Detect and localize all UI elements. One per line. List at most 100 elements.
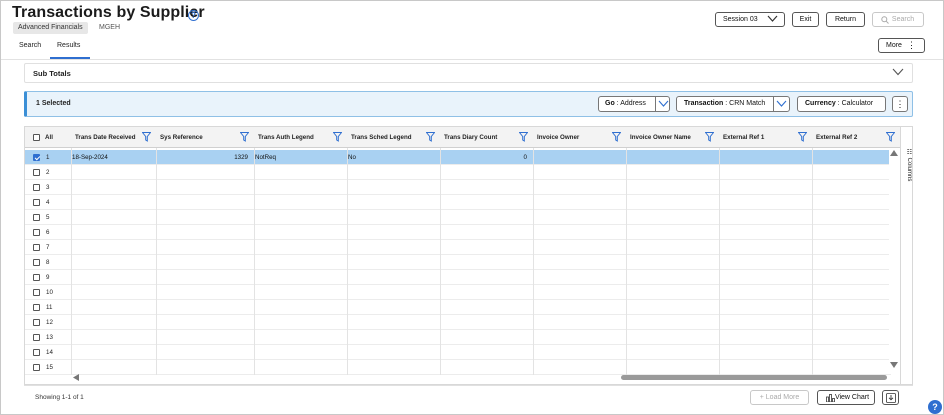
scroll-down-arrow-icon[interactable] xyxy=(890,362,898,368)
column-header-label: Sys Reference xyxy=(160,134,203,141)
column-divider xyxy=(71,148,72,375)
row-checkbox[interactable] xyxy=(33,214,40,221)
scroll-left-arrow-icon[interactable] xyxy=(73,374,79,381)
results-grid: All Trans Date Received Sys Reference Tran… xyxy=(24,126,913,385)
info-fab-button[interactable]: ? xyxy=(928,400,942,414)
more-label: More xyxy=(886,42,902,49)
column-header-label: External Ref 2 xyxy=(816,134,858,141)
table-row[interactable]: 12 xyxy=(25,315,891,330)
session-dropdown[interactable]: Session 03 xyxy=(715,12,785,27)
row-checkbox[interactable] xyxy=(33,244,40,251)
column-divider xyxy=(440,148,441,375)
more-button[interactable]: More ⋮ xyxy=(878,38,925,53)
table-cell: NotReq xyxy=(255,154,276,161)
search-button[interactable]: Search xyxy=(872,12,924,27)
table-row[interactable]: 4 xyxy=(25,195,891,210)
help-icon[interactable]: ? xyxy=(188,10,199,21)
table-row[interactable]: 3 xyxy=(25,180,891,195)
tab-search[interactable]: Search xyxy=(19,42,41,49)
horizontal-scroll-thumb[interactable] xyxy=(621,375,887,380)
go-address-button[interactable]: Go : Address xyxy=(598,96,670,112)
vertical-scrollbar[interactable] xyxy=(889,148,899,370)
table-row[interactable]: 11 xyxy=(25,300,891,315)
row-number: 10 xyxy=(46,289,53,296)
select-all-checkbox[interactable] xyxy=(33,134,40,141)
table-cell: No xyxy=(348,154,356,161)
load-more-button[interactable]: + Load More xyxy=(750,390,809,405)
row-checkbox[interactable] xyxy=(33,154,40,161)
row-checkbox[interactable] xyxy=(33,259,40,266)
table-row[interactable]: 5 xyxy=(25,210,891,225)
table-row[interactable]: 13 xyxy=(25,330,891,345)
tab-results[interactable]: Results xyxy=(57,42,80,49)
view-chart-button[interactable]: View Chart xyxy=(817,390,875,405)
selection-more-button[interactable]: ⋮ xyxy=(892,96,908,112)
filter-icon[interactable] xyxy=(798,132,807,142)
exit-button[interactable]: Exit xyxy=(792,12,819,27)
chevron-down-icon[interactable] xyxy=(658,100,669,108)
table-row[interactable]: 6 xyxy=(25,225,891,240)
filter-icon[interactable] xyxy=(705,132,714,142)
row-checkbox[interactable] xyxy=(33,349,40,356)
horizontal-scrollbar[interactable] xyxy=(71,373,889,381)
table-row[interactable]: 1 18-Sep-2024 1329 NotReq No 0 xyxy=(25,150,891,165)
selected-count: 1 Selected xyxy=(36,100,71,107)
currency-calculator-button[interactable]: Currency : Calculator xyxy=(797,96,886,112)
column-divider xyxy=(812,148,813,375)
columns-panel-label[interactable]: ☷ Columns xyxy=(902,149,912,182)
columns-panel-text: Columns xyxy=(906,157,912,182)
column-header-label: Invoice Owner xyxy=(537,134,580,141)
filter-icon[interactable] xyxy=(240,132,249,142)
table-row[interactable]: 9 xyxy=(25,270,891,285)
row-checkbox[interactable] xyxy=(33,319,40,326)
table-row[interactable]: 14 xyxy=(25,345,891,360)
subtotals-panel[interactable]: Sub Totals xyxy=(24,63,913,83)
select-all-header: All xyxy=(25,127,71,148)
row-checkbox[interactable] xyxy=(33,229,40,236)
filter-icon[interactable] xyxy=(612,132,621,142)
row-checkbox[interactable] xyxy=(33,199,40,206)
search-icon xyxy=(881,16,889,24)
row-checkbox[interactable] xyxy=(33,304,40,311)
filter-icon[interactable] xyxy=(886,132,895,142)
row-checkbox[interactable] xyxy=(33,169,40,176)
chevron-down-icon[interactable] xyxy=(776,100,787,108)
row-checkbox[interactable] xyxy=(33,289,40,296)
column-divider xyxy=(156,148,157,375)
row-checkbox[interactable] xyxy=(33,364,40,371)
currency-value: Calculator xyxy=(841,100,874,107)
split-divider xyxy=(773,97,774,111)
column-divider xyxy=(533,148,534,375)
transaction-label: Transaction xyxy=(684,100,724,107)
filter-icon[interactable] xyxy=(519,132,528,142)
row-number: 8 xyxy=(46,259,50,266)
return-button[interactable]: Return xyxy=(826,12,865,27)
row-checkbox[interactable] xyxy=(33,334,40,341)
table-row[interactable]: 7 xyxy=(25,240,891,255)
transaction-crn-match-button[interactable]: Transaction : CRN Match xyxy=(676,96,790,112)
column-header-label: External Ref 1 xyxy=(723,134,765,141)
scroll-up-arrow-icon[interactable] xyxy=(890,150,898,156)
chevron-down-icon[interactable] xyxy=(892,68,904,76)
row-checkbox[interactable] xyxy=(33,274,40,281)
columns-side-panel[interactable]: ☷ Columns xyxy=(900,127,912,384)
filter-icon[interactable] xyxy=(333,132,342,142)
column-header-label: Invoice Owner Name xyxy=(630,134,691,141)
filter-icon[interactable] xyxy=(142,132,151,142)
table-row[interactable]: 8 xyxy=(25,255,891,270)
tenant-code: MGEH xyxy=(99,24,120,31)
row-number: 3 xyxy=(46,184,50,191)
go-value: Address xyxy=(620,100,646,107)
load-more-label: Load More xyxy=(765,394,800,401)
selection-bar: 1 Selected Go : Address Transaction : CR… xyxy=(24,91,913,117)
row-number: 1 xyxy=(46,154,50,161)
filter-icon[interactable] xyxy=(426,132,435,142)
page-title: Transactions by Supplier xyxy=(12,4,205,21)
row-number: 15 xyxy=(46,364,53,371)
table-row[interactable]: 2 xyxy=(25,165,891,180)
table-row[interactable]: 10 xyxy=(25,285,891,300)
currency-label: Currency xyxy=(805,100,836,107)
row-number: 12 xyxy=(46,319,53,326)
export-button[interactable] xyxy=(882,390,899,405)
row-checkbox[interactable] xyxy=(33,184,40,191)
